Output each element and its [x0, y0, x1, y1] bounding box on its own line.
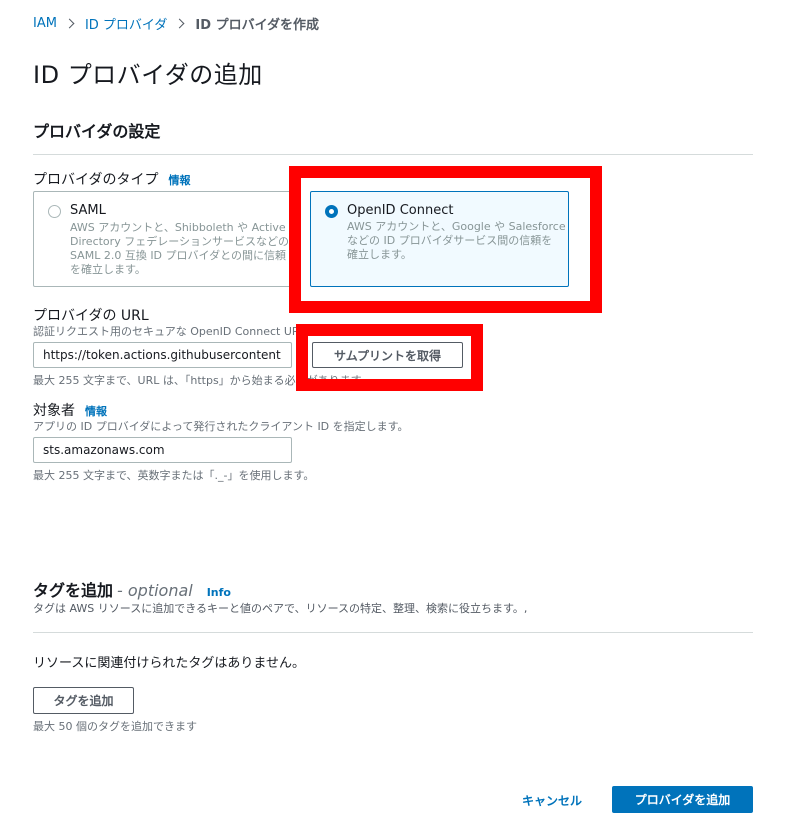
cancel-button[interactable]: キャンセル — [510, 787, 594, 813]
tags-divider — [33, 632, 753, 633]
provider-url-label: プロバイダの URL — [33, 308, 149, 324]
provider-url-label-row: プロバイダの URL — [33, 305, 149, 325]
chevron-right-icon — [174, 18, 185, 29]
audience-description: アプリの ID プロバイダによって発行されたクライアント ID を指定します。 — [33, 420, 409, 433]
saml-radio-button[interactable] — [48, 205, 61, 218]
provider-type-label-row: プロバイダのタイプ 情報 — [33, 169, 190, 189]
audience-label: 対象者 — [33, 403, 75, 419]
breadcrumb-current: ID プロバイダを作成 — [195, 18, 320, 33]
tags-info-link[interactable]: Info — [207, 586, 231, 599]
openid-connect-radio-button[interactable] — [325, 205, 338, 218]
tags-heading: タグを追加 - optional Info — [33, 577, 231, 601]
breadcrumb: IAM ID プロバイダ ID プロバイダを作成 — [33, 14, 319, 33]
audience-label-row: 対象者 情報 — [33, 400, 107, 420]
section-divider — [33, 154, 753, 155]
provider-type-saml-option[interactable]: SAML AWS アカウントと、Shibboleth や Active Dire… — [33, 191, 295, 287]
saml-option-description: AWS アカウントと、Shibboleth や Active Directory… — [70, 221, 289, 276]
breadcrumb-id-providers-link[interactable]: ID プロバイダ — [85, 14, 167, 33]
provider-settings-heading: プロバイダの設定 — [33, 122, 161, 141]
saml-option-title: SAML — [70, 203, 106, 218]
provider-url-input[interactable] — [33, 342, 292, 368]
page-title: ID プロバイダの追加 — [33, 61, 263, 89]
tags-description: タグは AWS リソースに追加できるキーと値のペアで、リソースの特定、整理、検索… — [33, 602, 528, 615]
provider-type-info-link[interactable]: 情報 — [168, 172, 190, 188]
audience-info-link[interactable]: 情報 — [85, 403, 107, 419]
get-thumbprint-button[interactable]: サムプリントを取得 — [312, 342, 463, 368]
add-tag-button[interactable]: タグを追加 — [33, 687, 134, 714]
breadcrumb-iam-link[interactable]: IAM — [33, 16, 57, 31]
openid-connect-option-description: AWS アカウントと、Google や Salesforce などの ID プロ… — [347, 220, 566, 261]
provider-url-description: 認証リクエスト用のセキュアな OpenID Connect URL を — [33, 325, 321, 338]
tags-heading-optional: - optional — [117, 581, 193, 600]
chevron-right-icon — [64, 18, 75, 29]
tags-limit-hint: 最大 50 個のタグを追加できます — [33, 720, 197, 733]
provider-type-label: プロバイダのタイプ — [33, 172, 159, 188]
no-tags-message: リソースに関連付けられたタグはありません。 — [33, 656, 305, 671]
audience-input[interactable] — [33, 437, 292, 463]
audience-constraint: 最大 255 文字まで、英数字または「._-」を使用します。 — [33, 469, 315, 482]
provider-url-constraint: 最大 255 文字まで、URL は、「https」から始まる必要があります。 — [33, 374, 372, 387]
provider-type-openid-connect-option[interactable]: OpenID Connect AWS アカウントと、Google や Sales… — [310, 191, 569, 287]
tags-heading-title: タグを追加 — [33, 581, 114, 600]
openid-connect-option-title: OpenID Connect — [347, 203, 454, 218]
add-provider-button[interactable]: プロバイダを追加 — [612, 786, 753, 813]
